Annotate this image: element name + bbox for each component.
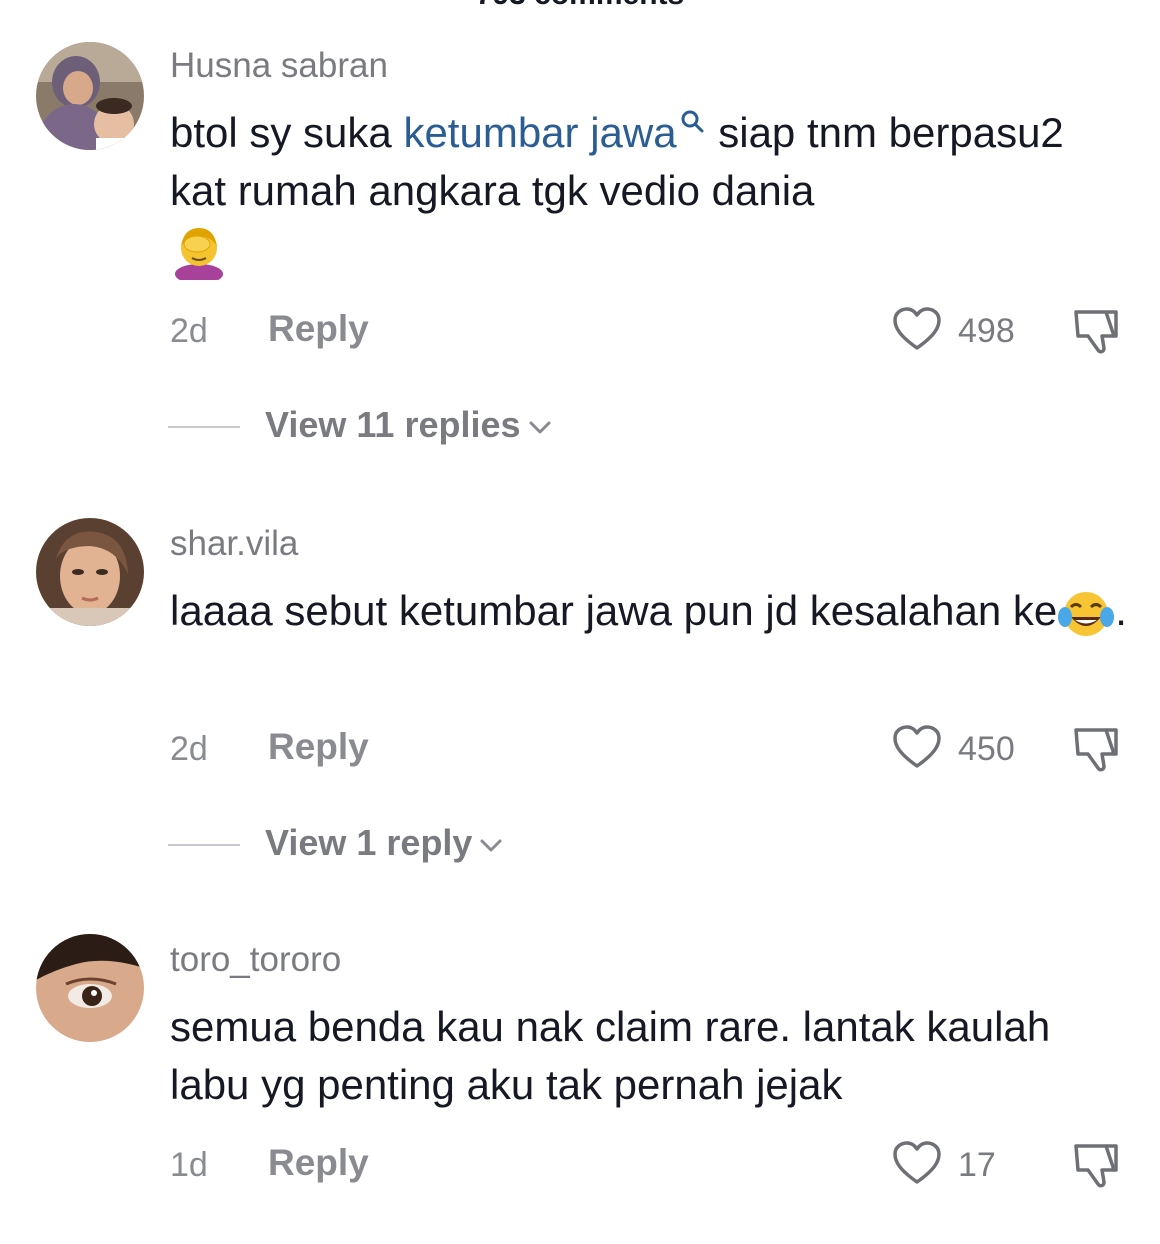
comments-count-header: 793 comments: [0, 0, 1160, 12]
comment-actions: 2d Reply 498: [170, 306, 1130, 356]
heart-icon[interactable]: [892, 724, 942, 770]
reply-button[interactable]: Reply: [268, 1142, 369, 1184]
comment-username[interactable]: shar.vila: [170, 524, 298, 564]
comment-time: 1d: [170, 1146, 208, 1184]
like-count: 17: [958, 1146, 996, 1184]
view-replies-text[interactable]: View 1 reply: [265, 822, 472, 863]
reply-button[interactable]: Reply: [268, 726, 369, 768]
divider: [168, 426, 240, 428]
heart-icon[interactable]: [892, 306, 942, 352]
facepalm-emoji-icon: [175, 227, 223, 280]
view-replies-label[interactable]: View 1 reply: [265, 822, 504, 864]
comment-text-end: .: [1115, 587, 1127, 634]
search-icon: [681, 110, 704, 133]
comment-text-body: laaaa sebut ketumbar jawa pun jd kesalah…: [170, 587, 1058, 634]
comment-text: laaaa sebut ketumbar jawa pun jd kesalah…: [170, 582, 1130, 641]
avatar[interactable]: [36, 518, 144, 626]
search-tag-label[interactable]: ketumbar jawa: [403, 109, 676, 156]
comment-text: semua benda kau nak claim rare. lantak k…: [170, 1003, 1051, 1108]
view-replies-text[interactable]: View 11 replies: [265, 404, 521, 445]
comment-actions: 2d Reply 450: [170, 724, 1130, 774]
avatar[interactable]: [36, 42, 144, 150]
like-count: 450: [958, 730, 1015, 768]
comment-time: 2d: [170, 312, 208, 350]
comment-username[interactable]: toro_tororo: [170, 940, 341, 980]
dislike-icon[interactable]: [1070, 724, 1124, 774]
comment-text: btol sy suka ketumbar jawa siap tnm berp…: [170, 104, 1130, 280]
dislike-icon[interactable]: [1070, 1140, 1124, 1190]
comment-text-before: btol sy suka: [170, 109, 404, 156]
comment-time: 2d: [170, 730, 208, 768]
search-tag-link[interactable]: ketumbar jawa: [403, 109, 706, 156]
divider: [168, 844, 240, 846]
view-replies-label[interactable]: View 11 replies: [265, 404, 553, 446]
comment-username[interactable]: Husna sabran: [170, 46, 388, 86]
chevron-down-icon: [480, 839, 502, 852]
comment-actions: 1d Reply 17: [170, 1140, 1130, 1190]
reply-button[interactable]: Reply: [268, 308, 369, 350]
like-count: 498: [958, 312, 1015, 350]
chevron-down-icon: [529, 421, 551, 434]
dislike-icon[interactable]: [1070, 306, 1124, 356]
tears-of-joy-emoji-icon: [1058, 591, 1115, 636]
heart-icon[interactable]: [892, 1140, 942, 1186]
avatar[interactable]: [36, 934, 144, 1042]
